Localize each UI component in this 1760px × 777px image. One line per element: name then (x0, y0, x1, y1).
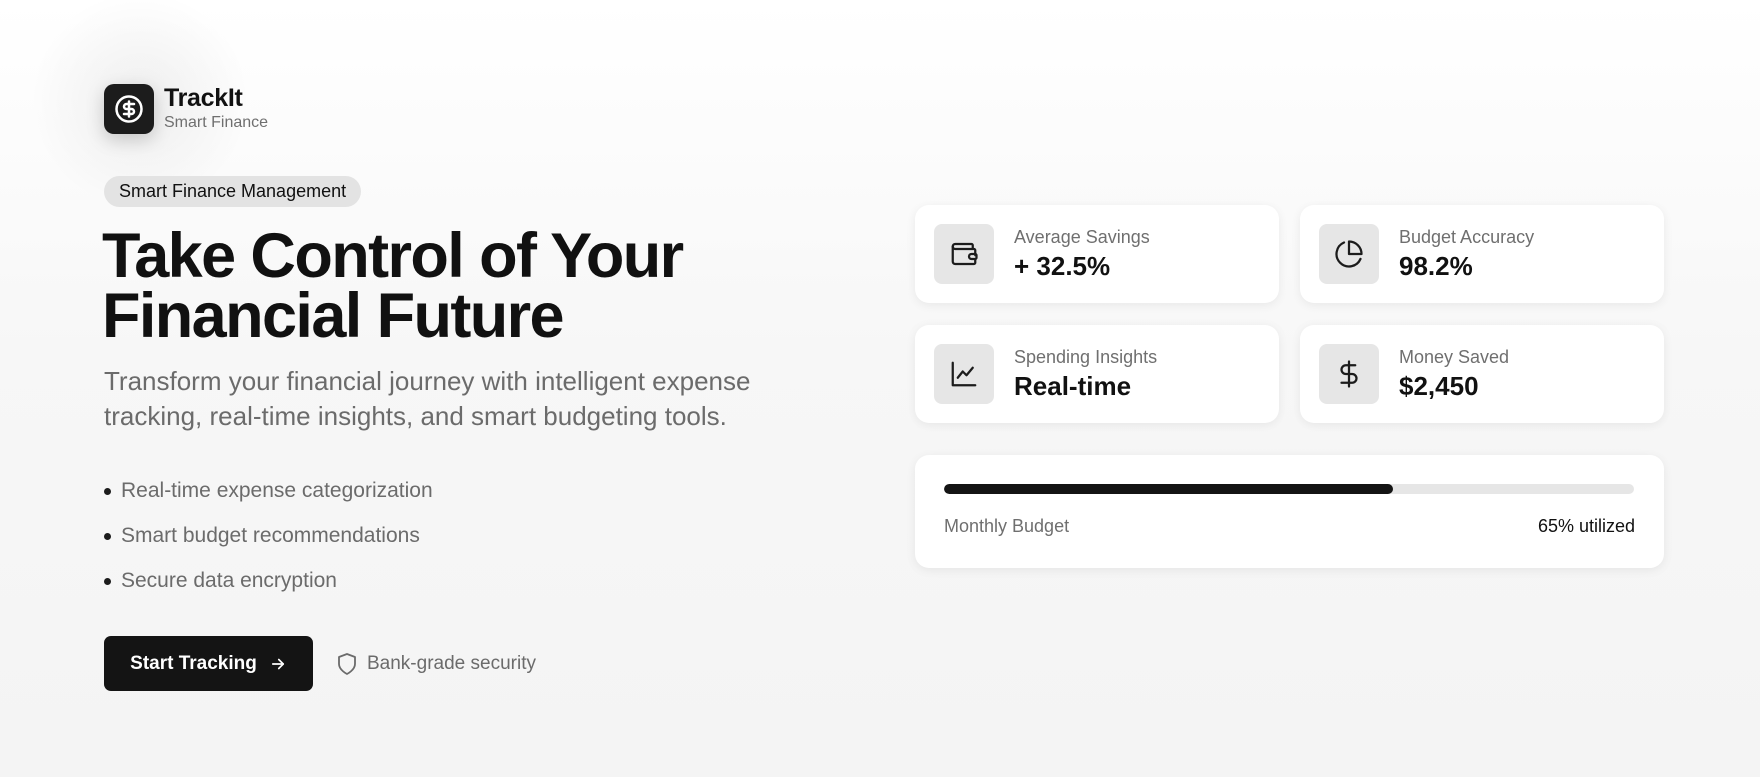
stat-value: $2,450 (1399, 371, 1479, 401)
dollar-circle-icon (115, 95, 143, 123)
line-chart-icon (951, 361, 977, 387)
stat-icon-box (1319, 224, 1379, 284)
stat-icon-box (934, 344, 994, 404)
hero-subtext: Transform your financial journey with in… (104, 366, 751, 431)
feature-item: Smart budget recommendations (104, 523, 433, 568)
budget-progress-track (944, 484, 1634, 494)
budget-label: Monthly Budget (944, 516, 1070, 536)
arrow-right-icon (269, 655, 287, 673)
stat-card-average-savings: Average Savings + 32.5% (915, 205, 1279, 303)
brand-tagline: Smart Finance (164, 114, 269, 131)
hero-badge: Smart Finance Management (104, 176, 362, 207)
feature-list: Real-time expense categorization Smart b… (104, 478, 433, 613)
brand[interactable]: TrackIt Smart Finance (104, 84, 268, 134)
start-tracking-button[interactable]: Start Tracking (104, 636, 313, 691)
cta-row: Start Tracking Bank-grade security (104, 636, 536, 691)
stat-card-money-saved: Money Saved $2,450 (1300, 325, 1664, 423)
headline-line-1: Take Control of Your (102, 221, 684, 291)
monthly-budget-card: Monthly Budget 65% utilized (915, 455, 1664, 568)
bullet-dot (104, 533, 111, 540)
feature-item: Secure data encryption (104, 568, 433, 613)
dollar-icon (1340, 360, 1358, 388)
stat-icon-box (934, 224, 994, 284)
stat-label: Money Saved (1399, 347, 1510, 367)
stat-label: Average Savings (1014, 227, 1150, 247)
headline-line-2: Financial Future (102, 281, 565, 351)
brand-logo (104, 84, 154, 134)
stat-value: 98.2% (1399, 251, 1473, 281)
stat-label: Budget Accuracy (1399, 227, 1535, 247)
bullet-dot (104, 578, 111, 585)
stat-value: Real-time (1014, 371, 1132, 401)
budget-utilized: 65% utilized (1537, 516, 1635, 536)
feature-item: Real-time expense categorization (104, 478, 433, 523)
budget-progress-fill (944, 484, 1393, 494)
shield-icon (335, 652, 359, 676)
pie-chart-icon (1335, 240, 1363, 268)
stat-icon-box (1319, 344, 1379, 404)
feature-text: Smart budget recommendations (121, 524, 420, 547)
stat-card-budget-accuracy: Budget Accuracy 98.2% (1300, 205, 1664, 303)
security-text: Bank-grade security (367, 652, 536, 674)
start-tracking-label: Start Tracking (130, 652, 257, 674)
bullet-dot (104, 488, 111, 495)
wallet-icon (951, 242, 978, 266)
security-note: Bank-grade security (335, 652, 536, 676)
stat-value: + 32.5% (1014, 251, 1111, 281)
feature-text: Real-time expense categorization (121, 479, 433, 502)
feature-text: Secure data encryption (121, 569, 337, 592)
stat-label: Spending Insights (1014, 347, 1158, 367)
brand-name: TrackIt (164, 84, 243, 112)
page-title: Take Control of Your Financial Future (102, 221, 802, 351)
stat-card-spending-insights: Spending Insights Real-time (915, 325, 1279, 423)
